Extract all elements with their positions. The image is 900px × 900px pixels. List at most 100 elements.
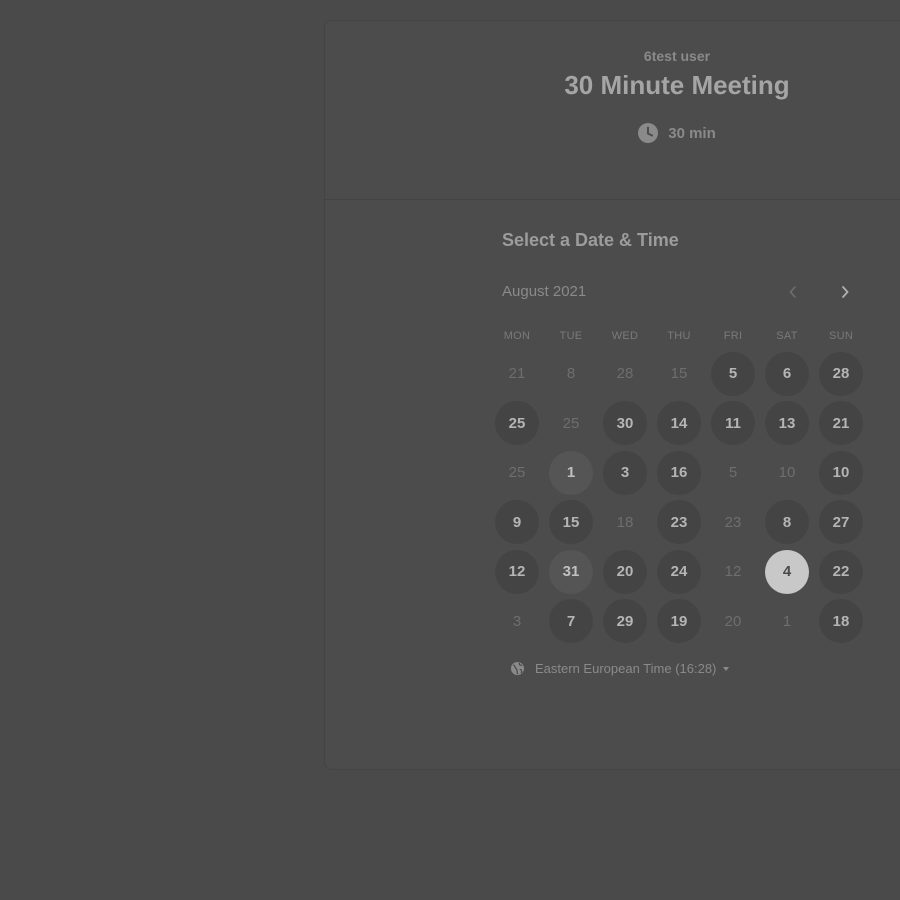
calendar-grid: MON TUE WED THU FRI SAT SUN 21 8 28 15 5 6 28 25 25 30 1… <box>490 323 868 646</box>
available-date-button[interactable]: 11 <box>711 401 755 446</box>
calendar-cell: 20 <box>598 547 652 597</box>
chevron-right-icon <box>842 286 849 298</box>
event-title: 30 Minute Meeting <box>564 70 790 100</box>
available-date-button[interactable]: 16 <box>657 450 701 495</box>
weekday-label: TUE <box>559 330 583 342</box>
calendar-weeks: 21 8 28 15 5 6 28 25 25 30 14 11 13 21 25 1 3 16 5 10 10 9 15 1… <box>490 349 868 646</box>
available-date-button[interactable]: 15 <box>549 500 593 545</box>
duration-row: 30 min <box>325 123 900 143</box>
calendar-week-row: 25 1 3 16 5 10 10 <box>490 448 868 498</box>
unavailable-date: 25 <box>562 414 580 432</box>
caret-down-icon <box>723 666 730 671</box>
available-date-button[interactable]: 7 <box>549 599 593 644</box>
weekday-label: FRI <box>723 330 743 342</box>
calendar-cell: 31 <box>544 547 598 597</box>
calendar-cell: 23 <box>652 498 706 548</box>
available-date-button[interactable]: 18 <box>819 599 863 644</box>
available-date-button[interactable]: 14 <box>657 401 701 446</box>
available-date-button[interactable]: 9 <box>495 500 539 545</box>
unavailable-date: 1 <box>782 612 792 630</box>
calendar-cell: 30 <box>598 399 652 449</box>
duration-label: 30 min <box>668 124 716 142</box>
calendar-cell: 11 <box>706 399 760 449</box>
unavailable-date: 20 <box>724 612 742 630</box>
available-date-button[interactable]: 12 <box>495 549 539 594</box>
calendar-cell: 15 <box>544 498 598 548</box>
calendar-cell: 13 <box>760 399 814 449</box>
globe-icon <box>510 661 525 676</box>
available-date-button[interactable]: 13 <box>765 401 809 446</box>
available-date-button[interactable]: 24 <box>657 549 701 594</box>
calendar-cell: 12 <box>706 547 760 597</box>
calendar-cell: 27 <box>814 498 868 548</box>
calendar-cell: 25 <box>490 399 544 449</box>
calendar-cell: 6 <box>760 349 814 399</box>
available-date-button[interactable]: 29 <box>603 599 647 644</box>
calendar-week-row: 25 25 30 14 11 13 21 <box>490 399 868 449</box>
calendar-cell: 3 <box>490 597 544 647</box>
available-date-button[interactable]: 3 <box>603 450 647 495</box>
timezone-selector[interactable]: Eastern European Time (16:28) <box>510 661 730 676</box>
calendar-cell: 1 <box>760 597 814 647</box>
calendar-cell: 23 <box>706 498 760 548</box>
next-month-button[interactable] <box>832 279 858 305</box>
calendar-cell: 14 <box>652 399 706 449</box>
calendar-cell: 25 <box>490 448 544 498</box>
previous-month-button[interactable] <box>780 279 806 305</box>
unavailable-date: 25 <box>508 464 526 482</box>
calendar-cell: 19 <box>652 597 706 647</box>
calendar-cell: 29 <box>598 597 652 647</box>
calendar-cell: 18 <box>814 597 868 647</box>
calendar-week-row: 9 15 18 23 23 8 27 <box>490 498 868 548</box>
timezone-label: Eastern European Time (16:28) <box>535 661 717 676</box>
unavailable-date: 23 <box>724 513 742 531</box>
calendar-cell: 1 <box>544 448 598 498</box>
unavailable-date: 3 <box>512 612 522 630</box>
calendar-cell: 21 <box>814 399 868 449</box>
clock-icon <box>638 123 659 143</box>
available-date-button[interactable]: 30 <box>603 401 647 446</box>
picker-title: Select a Date & Time <box>502 230 679 250</box>
unavailable-date: 10 <box>778 464 796 482</box>
unavailable-date: 18 <box>616 513 634 531</box>
calendar-week-row: 21 8 28 15 5 6 28 <box>490 349 868 399</box>
calendar-cell: 10 <box>760 448 814 498</box>
available-date-button[interactable]: 27 <box>819 500 863 545</box>
available-date-button[interactable]: 5 <box>711 351 755 396</box>
available-date-button[interactable]: 20 <box>603 549 647 594</box>
calendar-cell: 5 <box>706 349 760 399</box>
calendar-cell: 28 <box>814 349 868 399</box>
available-date-button[interactable]: 28 <box>819 351 863 396</box>
available-date-button[interactable]: 23 <box>657 500 701 545</box>
calendar-cell: 16 <box>652 448 706 498</box>
available-date-button[interactable]: 19 <box>657 599 701 644</box>
available-date-button[interactable]: 25 <box>495 401 539 446</box>
unavailable-date: 5 <box>728 464 738 482</box>
chevron-left-icon <box>789 286 796 298</box>
calendar-cell: 28 <box>598 349 652 399</box>
unavailable-date: 21 <box>508 365 526 383</box>
calendar-cell: 9 <box>490 498 544 548</box>
weekday-label: SUN <box>828 330 854 342</box>
weekday-label: WED <box>611 330 639 342</box>
available-date-button[interactable]: 31 <box>549 549 593 594</box>
available-date-button[interactable]: 21 <box>819 401 863 446</box>
calendar-week-row: 3 7 29 19 20 1 18 <box>490 597 868 647</box>
calendar-cell: 10 <box>814 448 868 498</box>
available-date-button[interactable]: 10 <box>819 450 863 495</box>
unavailable-date: 28 <box>616 365 634 383</box>
available-date-button[interactable]: 22 <box>819 549 863 594</box>
weekday-label: MON <box>503 330 531 342</box>
calendar-cell: 25 <box>544 399 598 449</box>
calendar-cell: 8 <box>760 498 814 548</box>
available-date-button[interactable]: 1 <box>549 450 593 495</box>
available-date-button[interactable]: 6 <box>765 351 809 396</box>
unavailable-date: 12 <box>724 563 742 581</box>
calendar-cell: 12 <box>490 547 544 597</box>
available-date-button[interactable]: 8 <box>765 500 809 545</box>
event-header: 6test user 30 Minute Meeting 30 min <box>325 21 900 200</box>
selected-date-button[interactable]: 4 <box>765 549 809 594</box>
calendar-cell: 3 <box>598 448 652 498</box>
calendar-cell: 5 <box>706 448 760 498</box>
unavailable-date: 15 <box>670 365 688 383</box>
